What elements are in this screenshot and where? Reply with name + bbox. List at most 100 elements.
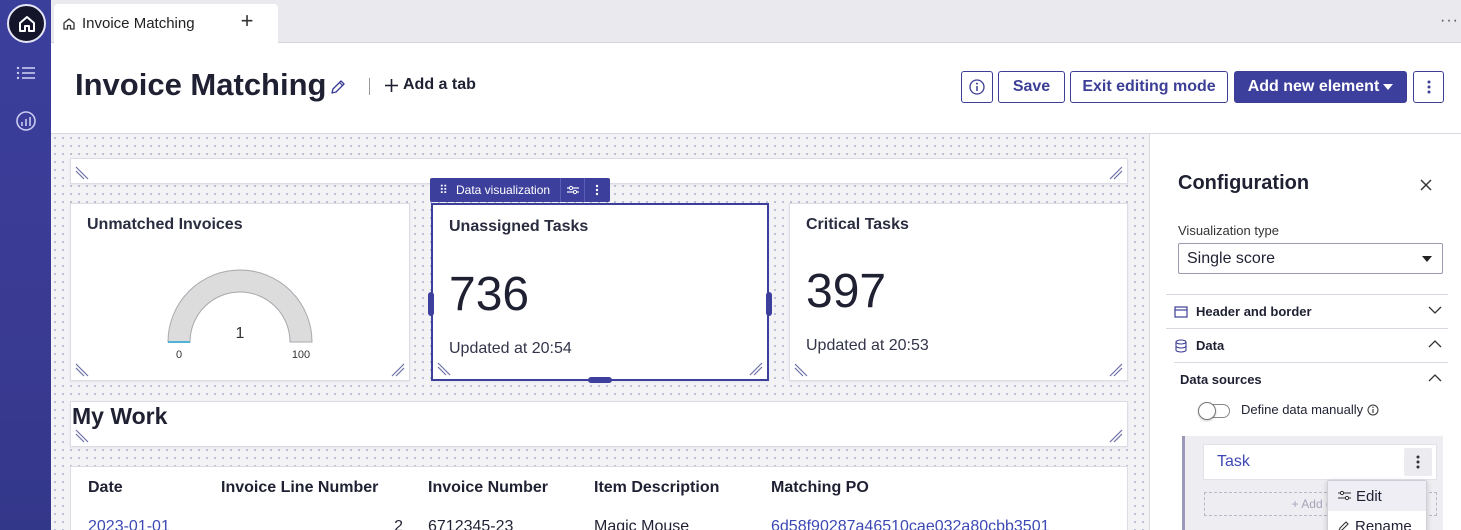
column-header[interactable]: Date xyxy=(88,479,123,497)
updated-time: Updated at 20:54 xyxy=(449,340,572,357)
resize-handle-icon[interactable] xyxy=(436,361,452,377)
menu-item-edit[interactable]: Edit xyxy=(1328,481,1426,511)
unmatched-invoices-card[interactable]: Unmatched Invoices 1 0 100 xyxy=(70,203,410,381)
left-rail xyxy=(0,0,51,530)
column-header[interactable]: Item Description xyxy=(594,479,719,497)
chevron-up-icon xyxy=(1428,340,1442,348)
viz-type-select[interactable]: Single score xyxy=(1178,243,1443,274)
section-data[interactable]: Data xyxy=(1166,328,1448,362)
chevron-down-icon xyxy=(1428,306,1442,314)
kebab-icon xyxy=(1427,80,1430,94)
data-source-name: Task xyxy=(1217,453,1250,470)
resize-handle-right[interactable] xyxy=(766,292,772,316)
gauge-min: 0 xyxy=(176,349,182,361)
gauge-value: 1 xyxy=(236,325,245,342)
gauge-chart: 1 0 100 xyxy=(167,269,313,361)
table-cell: 6712345-23 xyxy=(428,518,514,530)
pencil-icon[interactable] xyxy=(329,78,347,96)
section-label: Data sources xyxy=(1180,372,1262,387)
viz-type-label: Visualization type xyxy=(1178,223,1279,238)
more-tabs-icon[interactable]: ··· xyxy=(1440,12,1459,30)
my-work-table: Date Invoice Line Number Invoice Number … xyxy=(70,466,1128,530)
window-icon xyxy=(1166,305,1196,318)
divider xyxy=(369,78,370,95)
toggle-knob xyxy=(1198,402,1216,420)
exit-editing-button[interactable]: Exit editing mode xyxy=(1070,71,1228,103)
table-cell-date[interactable]: 2023-01-01 xyxy=(88,518,170,530)
resize-handle-icon[interactable] xyxy=(74,165,90,181)
resize-handle-icon[interactable] xyxy=(748,361,764,377)
info-button[interactable] xyxy=(961,71,993,103)
score-value: 397 xyxy=(806,265,887,318)
more-options-button[interactable] xyxy=(1413,71,1444,103)
analytics-icon[interactable] xyxy=(15,110,37,132)
settings-sliders-icon[interactable] xyxy=(560,178,584,202)
gauge-max: 100 xyxy=(292,349,310,361)
card-title: Critical Tasks xyxy=(806,216,909,233)
resize-handle-left[interactable] xyxy=(428,292,434,316)
page-header: Invoice Matching Add a tab Save Exit edi… xyxy=(51,43,1461,134)
column-header[interactable]: Matching PO xyxy=(771,479,869,497)
kebab-icon[interactable] xyxy=(584,178,608,202)
section-data-sources[interactable]: Data sources xyxy=(1174,362,1448,396)
close-icon[interactable] xyxy=(1418,177,1434,193)
resize-handle-icon[interactable] xyxy=(390,362,406,378)
resize-handle-icon[interactable] xyxy=(1108,428,1124,444)
card-title: Unassigned Tasks xyxy=(449,218,589,235)
critical-tasks-card[interactable]: Critical Tasks 397 Updated at 20:53 xyxy=(789,203,1128,381)
add-tab-label: Add a tab xyxy=(403,76,476,93)
drag-handle-icon[interactable]: ⠿ xyxy=(430,183,456,197)
menu-item-label: Rename xyxy=(1355,517,1412,530)
data-source-item[interactable]: Task xyxy=(1203,444,1437,480)
add-tab-button[interactable]: Add a tab xyxy=(385,76,476,94)
menu-item-rename[interactable]: Rename xyxy=(1328,511,1426,530)
resize-handle-icon[interactable] xyxy=(74,362,90,378)
plus-icon xyxy=(385,78,398,92)
column-header[interactable]: Invoice Line Number xyxy=(221,479,378,497)
page-title: Invoice Matching xyxy=(75,67,327,102)
pencil-icon xyxy=(1338,521,1349,530)
section-header-border[interactable]: Header and border xyxy=(1166,294,1448,328)
table-cell: 2 xyxy=(394,518,403,530)
unassigned-tasks-card[interactable]: Unassigned Tasks 736 Updated at 20:54 xyxy=(431,203,769,381)
card-title: Unmatched Invoices xyxy=(87,216,243,233)
home-icon[interactable] xyxy=(7,4,46,43)
tab-label: Invoice Matching xyxy=(82,15,195,32)
define-manually-text: Define data manually xyxy=(1241,402,1364,417)
new-tab-button[interactable]: + xyxy=(237,10,257,32)
my-work-header[interactable]: My Work xyxy=(70,401,1128,447)
database-icon xyxy=(1166,338,1196,353)
context-menu: Edit Rename xyxy=(1327,480,1427,530)
home-icon xyxy=(63,17,75,30)
kebab-icon[interactable] xyxy=(1404,448,1432,476)
save-button[interactable]: Save xyxy=(998,71,1065,103)
info-icon xyxy=(969,79,985,95)
menu-item-label: Edit xyxy=(1356,487,1382,505)
define-manually-label: Define data manually xyxy=(1241,402,1379,417)
table-cell-link[interactable]: 6d58f90287a46510cae032a80cbb3501 xyxy=(771,518,1050,530)
table-cell: Magic Mouse xyxy=(594,518,690,530)
info-icon[interactable] xyxy=(1367,404,1379,416)
caret-down-icon xyxy=(1422,256,1432,262)
element-toolbar: ⠿ Data visualization xyxy=(430,178,610,202)
add-new-element-label: Add new element xyxy=(1247,78,1380,95)
list-icon[interactable] xyxy=(15,62,37,84)
edit-sliders-icon xyxy=(1338,490,1351,501)
resize-handle-icon[interactable] xyxy=(1108,362,1124,378)
define-manually-toggle[interactable] xyxy=(1198,402,1230,420)
score-value: 736 xyxy=(449,268,530,321)
section-title: My Work xyxy=(72,403,168,429)
column-header[interactable]: Invoice Number xyxy=(428,479,548,497)
resize-handle-icon[interactable] xyxy=(1108,165,1124,181)
resize-handle-icon[interactable] xyxy=(793,362,809,378)
tab-strip: Invoice Matching + ··· xyxy=(51,0,1461,43)
toolbar-label: Data visualization xyxy=(456,183,551,197)
chevron-up-icon xyxy=(1428,374,1442,382)
add-new-element-button[interactable]: Add new element xyxy=(1234,71,1407,103)
configuration-panel: Configuration Visualization type Single … xyxy=(1149,134,1461,530)
updated-time: Updated at 20:53 xyxy=(806,337,929,354)
resize-handle-bottom[interactable] xyxy=(588,377,612,383)
viz-type-value: Single score xyxy=(1187,249,1276,267)
resize-handle-icon[interactable] xyxy=(74,428,90,444)
caret-down-icon xyxy=(1383,84,1394,90)
